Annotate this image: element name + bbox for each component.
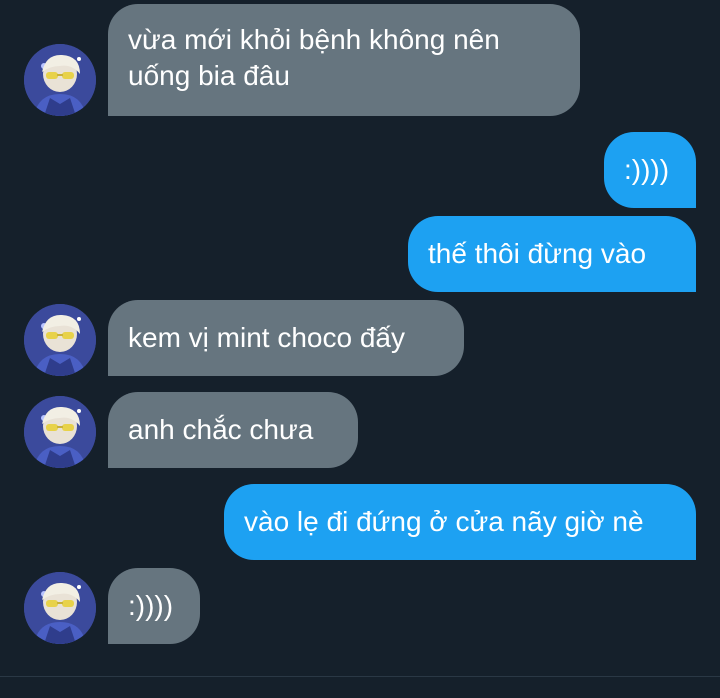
- message-incoming[interactable]: vừa mới khỏi bệnh không nên uống bia đâu: [108, 4, 580, 116]
- avatar-icon: [24, 44, 96, 116]
- contact-avatar[interactable]: [24, 396, 96, 468]
- message-bubble[interactable]: vào lẹ đi đứng ở cửa nãy giờ nè: [224, 484, 696, 560]
- composer-divider: [0, 676, 720, 677]
- message-bubble[interactable]: anh chắc chưa: [108, 392, 358, 468]
- message-outgoing[interactable]: vào lẹ đi đứng ở cửa nãy giờ nè: [224, 484, 696, 560]
- message-outgoing[interactable]: :)))): [604, 132, 696, 208]
- message-bubble[interactable]: :)))): [604, 132, 696, 208]
- avatar-icon: [24, 572, 96, 644]
- message-bubble[interactable]: vừa mới khỏi bệnh không nên uống bia đâu: [108, 4, 580, 116]
- contact-avatar[interactable]: [24, 304, 96, 376]
- message-bubble[interactable]: :)))): [108, 568, 200, 644]
- message-bubble[interactable]: thế thôi đừng vào: [408, 216, 696, 292]
- message-incoming[interactable]: anh chắc chưa: [108, 392, 358, 468]
- message-incoming[interactable]: :)))): [108, 568, 200, 644]
- message-incoming[interactable]: kem vị mint choco đấy: [108, 300, 464, 376]
- message-outgoing[interactable]: thế thôi đừng vào: [408, 216, 696, 292]
- avatar-icon: [24, 304, 96, 376]
- contact-avatar[interactable]: [24, 44, 96, 116]
- conversation-view: vừa mới khỏi bệnh không nên uống bia đâu…: [0, 0, 720, 698]
- contact-avatar[interactable]: [24, 572, 96, 644]
- avatar-icon: [24, 396, 96, 468]
- message-bubble[interactable]: kem vị mint choco đấy: [108, 300, 464, 376]
